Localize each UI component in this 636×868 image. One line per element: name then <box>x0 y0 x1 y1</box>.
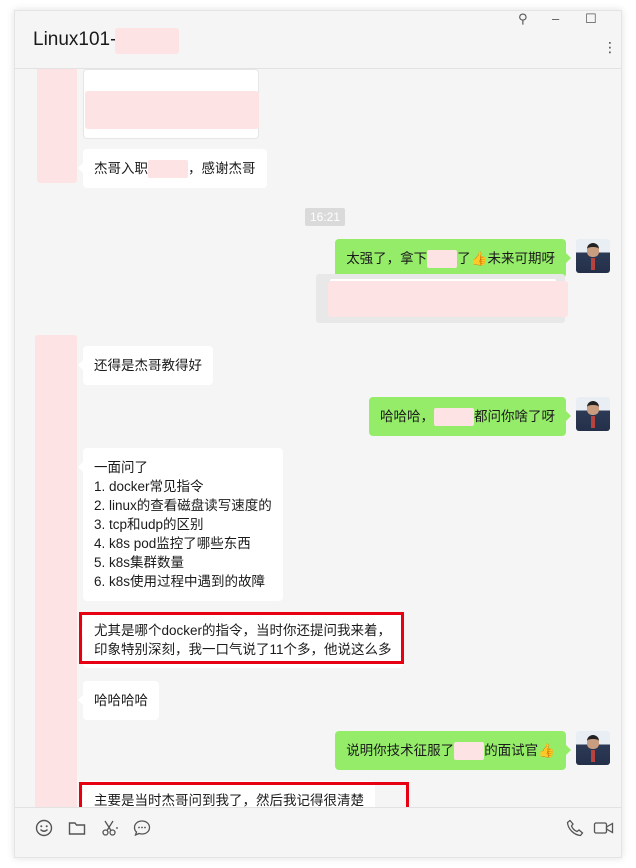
message-text: 的面试官👍 <box>484 743 555 758</box>
phone-icon[interactable] <box>565 818 585 838</box>
message-bubble[interactable]: 说明你技术征服了 的面试官👍 <box>335 731 571 771</box>
avatar[interactable] <box>576 239 610 273</box>
message-text: 杰哥入职 <box>94 161 148 176</box>
maximize-icon[interactable]: ☐ <box>585 11 597 27</box>
message-list[interactable]: 杰哥入职 ，感谢杰哥 16:21 太强了，拿下 了👍未来可期呀 还得是杰哥教得好 哈… <box>15 69 621 807</box>
highlight-box <box>79 612 404 664</box>
input-toolbar <box>15 807 621 857</box>
message-bubble[interactable]: 一面问了 1. docker常见指令 2. linux的查看磁盘读写速度的 3.… <box>78 448 283 601</box>
chat-title: Linux101- <box>33 29 117 50</box>
message-bubble[interactable]: 太强了，拿下 了👍未来可期呀 <box>335 239 571 279</box>
message-line: 4. k8s pod监控了哪些东西 <box>94 536 251 551</box>
timestamp: 16:21 <box>305 208 346 226</box>
message-text: 都问你啥了呀 <box>474 409 555 424</box>
highlight-box <box>79 782 409 807</box>
message-bubble[interactable]: 哈哈哈， 都问你啥了呀 <box>369 397 571 437</box>
message-text: 太强了，拿下 <box>346 251 428 266</box>
avatar[interactable] <box>576 731 610 765</box>
video-call-icon[interactable] <box>593 818 615 838</box>
message-text: 说明你技术征服了 <box>346 743 455 758</box>
message-bubble[interactable]: 杰哥入职 ，感谢杰哥 <box>78 149 267 189</box>
message-text: ，感谢杰哥 <box>188 161 256 176</box>
scissors-icon[interactable] <box>100 818 120 838</box>
emoji-icon[interactable] <box>34 818 54 838</box>
chat-bubble-icon[interactable] <box>132 818 152 838</box>
message-line: 1. docker常见指令 <box>94 479 204 494</box>
redacted-avatar <box>37 69 77 183</box>
folder-icon[interactable] <box>67 818 87 838</box>
title-bar: Linux101- ⚲ – ☐ ⋮ <box>15 11 621 69</box>
redacted-title-part <box>115 28 179 54</box>
message-text: 了👍未来可期呀 <box>457 251 555 266</box>
more-dots-icon[interactable]: ⋮ <box>603 39 617 56</box>
message-line: 2. linux的查看磁盘读写速度的 <box>94 498 272 513</box>
redacted-avatar <box>35 335 77 807</box>
redacted-text <box>427 250 458 269</box>
message-text: 哈哈哈， <box>380 409 434 424</box>
redacted-text <box>454 742 485 761</box>
redacted-text <box>148 160 188 179</box>
redacted-text <box>434 408 474 427</box>
message-text: 哈哈哈哈 <box>94 693 148 708</box>
redacted-card-content <box>85 91 259 129</box>
message-line: 6. k8s使用过程中遇到的故障 <box>94 574 266 589</box>
message-text: 还得是杰哥教得好 <box>94 358 202 373</box>
pin-icon[interactable]: ⚲ <box>518 11 528 27</box>
avatar[interactable] <box>576 397 610 431</box>
message-bubble[interactable]: 还得是杰哥教得好 <box>78 346 213 385</box>
redacted-quote <box>328 281 568 317</box>
message-line: 一面问了 <box>94 460 148 475</box>
message-line: 5. k8s集群数量 <box>94 555 185 570</box>
minimize-icon[interactable]: – <box>552 11 559 26</box>
chat-window: Linux101- ⚲ – ☐ ⋮ 杰哥入职 ，感谢杰哥 16:21 太强了，拿下… <box>14 10 622 858</box>
message-bubble[interactable]: 哈哈哈哈 <box>78 681 159 720</box>
message-line: 3. tcp和udp的区别 <box>94 517 204 532</box>
